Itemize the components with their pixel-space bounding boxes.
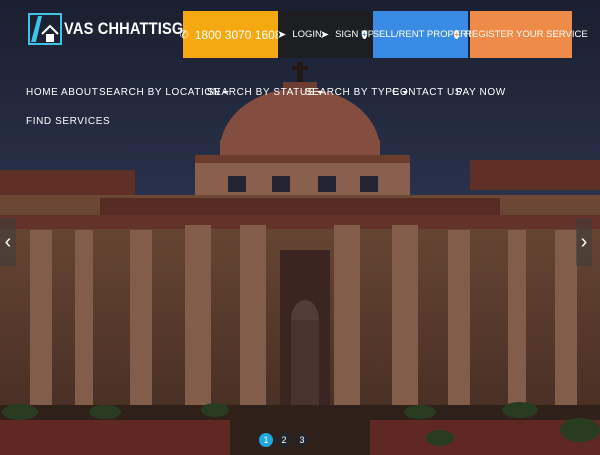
slider-pagination: 1 2 3 [259,433,309,447]
phone-icon: ✆ [179,29,189,41]
sign-in-icon: ➤ [319,29,330,41]
phone-number: 1800 3070 1608 [194,27,282,42]
nav-item-home[interactable]: HOME [26,87,58,98]
slider-prev-button[interactable]: ‹ [0,218,16,266]
plus-circle-icon: + [454,29,460,39]
slider-page-2[interactable]: 2 [277,433,291,447]
brand-logo[interactable]: VAS CHHATTISGARH [28,12,215,46]
phone-button[interactable]: ✆ 1800 3070 1608 [179,11,282,58]
plus-circle-icon: + [362,29,367,39]
nav-item-find-services[interactable]: FIND SERVICES [26,116,110,127]
sign-in-icon: ➤ [277,29,287,41]
chevron-left-icon: ‹ [4,230,12,253]
nav-item-about[interactable]: ABOUT [61,87,98,98]
slider-page-1[interactable]: 1 [259,433,273,447]
nav-item-pay-now[interactable]: PAY NOW [456,87,506,98]
slider-page-3[interactable]: 3 [295,433,309,447]
login-label: LOGIN [292,29,322,40]
sell-rent-label: SELL/RENT PROPERTY [372,29,479,40]
slider-next-button[interactable]: › [576,218,592,266]
chevron-right-icon: › [580,230,588,253]
register-service-button[interactable]: + REGISTER YOUR SERVICE [454,11,588,58]
register-service-label: REGISTER YOUR SERVICE [465,29,588,40]
nav-item-contact[interactable]: CONTACT US [392,87,462,98]
hero-slider [0,0,600,455]
house-icon [28,12,62,46]
signup-label: SIGN UP [335,29,375,40]
login-button[interactable]: ➤ LOGIN [277,11,322,58]
hero-image [0,0,600,455]
